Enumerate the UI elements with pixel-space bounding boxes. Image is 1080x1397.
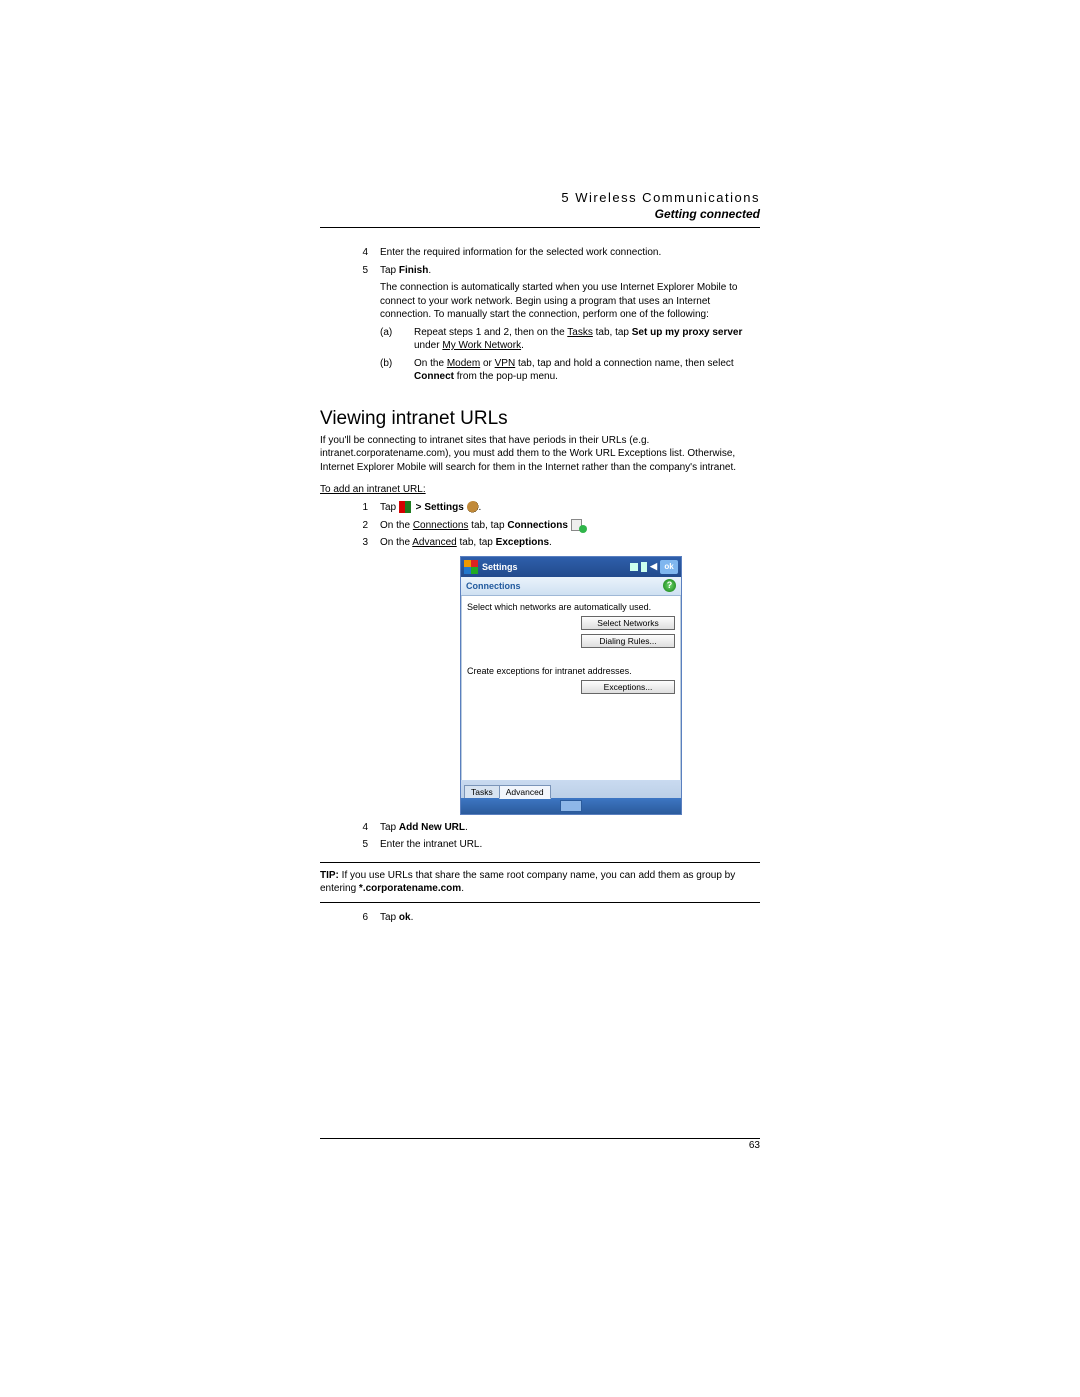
help-icon[interactable]: ? — [663, 579, 676, 592]
select-networks-button[interactable]: Select Networks — [581, 616, 675, 630]
step-text: On the Connections tab, tap Connections … — [380, 519, 760, 533]
ok-button[interactable]: ok — [660, 560, 678, 574]
start-icon — [399, 501, 413, 513]
status-icons: ◀︎ ok — [630, 560, 678, 574]
step-number: 2 — [320, 519, 380, 533]
tab-tasks[interactable]: Tasks — [464, 785, 500, 798]
embedded-screenshot: Settings ◀︎ ok Connections ? Select whic… — [460, 556, 682, 815]
keyboard-icon[interactable] — [560, 800, 582, 812]
step-text: Tap Add New URL. — [380, 821, 760, 835]
header-rule — [320, 227, 760, 228]
substep-text: Repeat steps 1 and 2, then on the Tasks … — [414, 326, 760, 353]
chapter-title: 5 Wireless Communications — [320, 190, 760, 205]
tip-text: TIP: If you use URLs that share the same… — [320, 863, 760, 902]
step-text: Enter the required information for the s… — [380, 246, 760, 260]
windows-icon — [464, 560, 478, 574]
substep-text: On the Modem or VPN tab, tap and hold a … — [414, 357, 760, 384]
intro-paragraph: If you'll be connecting to intranet site… — [320, 434, 760, 475]
step-number: 4 — [320, 246, 380, 260]
step-number: 6 — [320, 911, 380, 925]
settings-icon — [467, 501, 479, 513]
step-text: On the Advanced tab, tap Exceptions. — [380, 536, 760, 550]
step-text: Tap Finish. — [380, 264, 760, 278]
step-number: 4 — [320, 821, 380, 835]
page-number: 63 — [320, 1140, 760, 1151]
tip-rule-bottom — [320, 902, 760, 903]
step-number: 3 — [320, 536, 380, 550]
label: Create exceptions for intranet addresses… — [467, 666, 675, 676]
label: Select which networks are automatically … — [467, 602, 675, 612]
substep-label: (b) — [380, 357, 414, 384]
dialing-rules-button[interactable]: Dialing Rules... — [581, 634, 675, 648]
window-title: Settings — [482, 562, 518, 572]
procedure-heading: To add an intranet URL: — [320, 484, 760, 495]
exceptions-button[interactable]: Exceptions... — [581, 680, 675, 694]
step-number: 1 — [320, 501, 380, 515]
connections-icon — [571, 519, 585, 531]
step-number: 5 — [320, 838, 380, 852]
tab-advanced[interactable]: Advanced — [499, 785, 551, 799]
step-text: Enter the intranet URL. — [380, 838, 760, 852]
step-text: Tap ok. — [380, 911, 760, 925]
step-number: 5 — [320, 264, 380, 278]
footer-rule — [320, 1138, 760, 1139]
section-title: Getting connected — [320, 207, 760, 221]
heading: Viewing intranet URLs — [320, 408, 760, 430]
step-paragraph: The connection is automatically started … — [380, 281, 760, 322]
step-text: Tap > Settings . — [380, 501, 760, 515]
panel-title: Connections — [466, 581, 521, 591]
substep-label: (a) — [380, 326, 414, 353]
